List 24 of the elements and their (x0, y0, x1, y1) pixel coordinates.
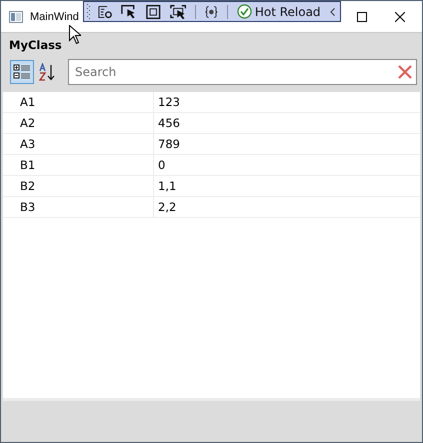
window-icon (9, 10, 23, 22)
property-name: B3 (3, 197, 154, 217)
property-value[interactable]: 123 (154, 95, 180, 109)
collapse-chevron-icon[interactable] (330, 6, 335, 16)
hot-reload-label[interactable]: Hot Reload (254, 4, 321, 18)
property-name: B2 (3, 176, 154, 196)
select-element-icon[interactable] (121, 4, 138, 20)
object-name: MyClass (9, 38, 62, 54)
window-title: MainWind (30, 10, 79, 22)
property-name: A3 (3, 134, 154, 154)
property-value[interactable]: 1,1 (154, 179, 176, 193)
categorized-view-icon[interactable] (10, 60, 34, 84)
property-value[interactable]: 789 (154, 137, 180, 151)
close-icon (394, 12, 404, 22)
property-name: A2 (3, 113, 154, 133)
clear-icon[interactable] (398, 65, 412, 79)
maximize-icon (357, 12, 367, 22)
property-name: A1 (3, 92, 154, 112)
search-field[interactable]: Search (68, 59, 417, 85)
property-name: B1 (3, 155, 154, 175)
check-circle-icon[interactable] (236, 4, 252, 19)
property-value[interactable]: 2,2 (154, 200, 176, 214)
property-value[interactable]: 456 (154, 116, 180, 130)
property-value[interactable]: 0 (154, 158, 166, 172)
